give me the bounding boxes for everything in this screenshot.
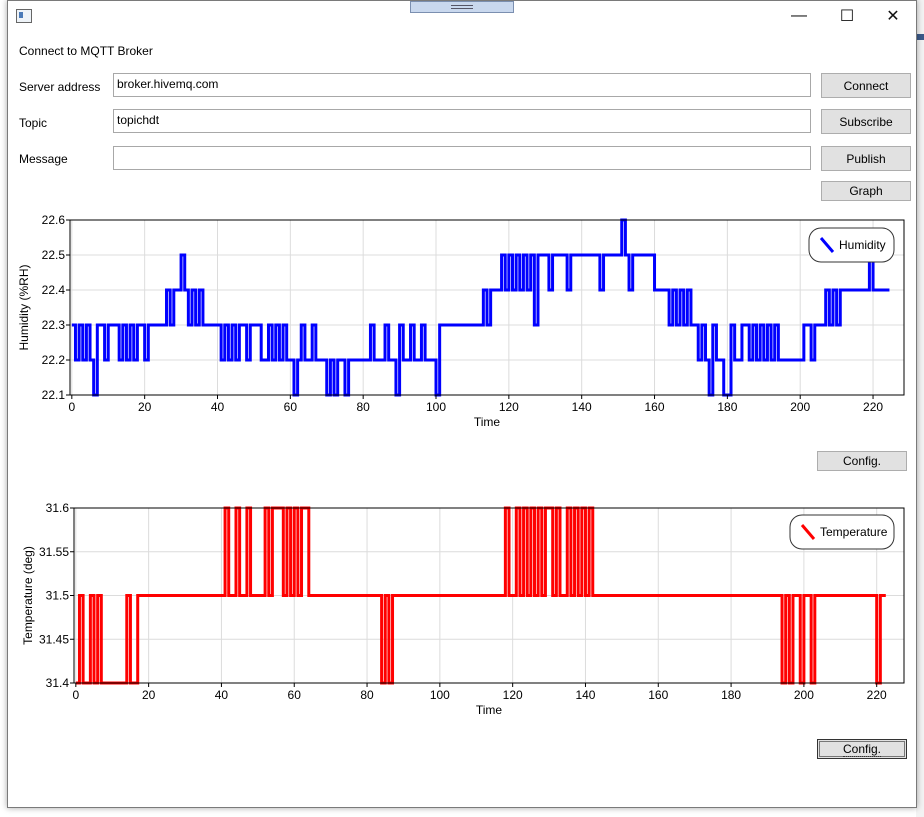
x-tick-label: 180 [721, 688, 741, 702]
server-address-input[interactable]: broker.hivemq.com [113, 73, 811, 97]
x-tick-label: 40 [211, 400, 225, 414]
x-axis-label: Time [476, 703, 503, 717]
x-tick-label: 20 [138, 400, 152, 414]
x-tick-label: 60 [288, 688, 302, 702]
x-tick-label: 160 [645, 400, 665, 414]
graph-button[interactable]: Graph [821, 181, 911, 201]
x-tick-label: 200 [790, 400, 810, 414]
config-button-humidity[interactable]: Config. [817, 451, 907, 471]
message-label: Message [19, 152, 68, 166]
x-tick-label: 220 [867, 688, 887, 702]
message-input[interactable] [113, 146, 811, 170]
y-tick-label: 31.55 [39, 545, 69, 559]
x-tick-label: 80 [360, 688, 374, 702]
subscribe-button-label: Subscribe [839, 114, 893, 129]
x-tick-label: 100 [426, 400, 446, 414]
topic-label: Topic [19, 116, 48, 130]
y-tick-label: 22.4 [42, 283, 66, 297]
x-tick-label: 120 [499, 400, 519, 414]
x-tick-label: 0 [68, 400, 75, 414]
x-tick-label: 160 [648, 688, 668, 702]
x-tick-label: 200 [794, 688, 814, 702]
y-axis-label: Temperature (deg) [21, 546, 35, 645]
main-window: — ☐ ✕ Connect to MQTT Broker Server addr… [7, 0, 917, 808]
x-tick-label: 0 [72, 688, 79, 702]
title-bar: — ☐ ✕ [8, 1, 916, 33]
y-tick-label: 31.6 [46, 501, 70, 515]
y-tick-label: 22.1 [42, 388, 66, 402]
x-axis-label: Time [474, 415, 501, 429]
connect-button[interactable]: Connect [821, 73, 911, 98]
app-window-icon [16, 9, 32, 23]
minimize-button[interactable]: — [776, 1, 822, 31]
publish-button-label: Publish [846, 151, 886, 166]
x-tick-label: 140 [575, 688, 595, 702]
connect-button-label: Connect [843, 78, 889, 93]
x-tick-label: 100 [430, 688, 450, 702]
config-button-temperature[interactable]: Config. [817, 739, 907, 759]
x-tick-label: 60 [284, 400, 298, 414]
topic-input[interactable]: topichdt [113, 109, 811, 133]
temperature-chart: 0 20 40 60 80 100 120 140 160 180 200 220 31.4 31.45 3… [21, 501, 905, 717]
legend-label: Temperature [820, 525, 888, 539]
humidity-chart: 0 20 40 60 80 100 120 140 160 180 200 220 22.1 22.2 22… [17, 213, 905, 429]
y-tick-label: 31.45 [39, 632, 69, 646]
config-button-label: Config. [842, 741, 882, 757]
graph-button-label: Graph [849, 184, 883, 198]
background-app-right-edge [916, 0, 924, 817]
x-tick-label: 180 [717, 400, 737, 414]
form-heading: Connect to MQTT Broker [19, 44, 153, 58]
publish-button[interactable]: Publish [821, 146, 911, 171]
y-tick-label: 22.6 [42, 213, 66, 227]
y-tick-label: 31.4 [46, 676, 70, 690]
x-tick-label: 80 [356, 400, 370, 414]
x-tick-label: 220 [863, 400, 883, 414]
y-tick-label: 22.3 [42, 318, 66, 332]
close-button[interactable]: ✕ [870, 1, 916, 31]
y-tick-label: 22.5 [42, 248, 66, 262]
y-tick-label: 31.5 [46, 589, 70, 603]
y-axis-label: Humidity (%RH) [17, 264, 31, 350]
x-tick-label: 40 [215, 688, 229, 702]
config-button-label: Config. [842, 454, 882, 468]
x-tick-label: 120 [503, 688, 523, 702]
maximize-button[interactable]: ☐ [824, 1, 870, 31]
legend-label: Humidity [839, 238, 886, 252]
x-tick-label: 20 [142, 688, 156, 702]
drag-grip-handle[interactable] [410, 1, 514, 13]
subscribe-button[interactable]: Subscribe [821, 109, 911, 134]
server-address-label: Server address [19, 80, 101, 94]
x-tick-label: 140 [572, 400, 592, 414]
y-tick-label: 22.2 [42, 353, 66, 367]
